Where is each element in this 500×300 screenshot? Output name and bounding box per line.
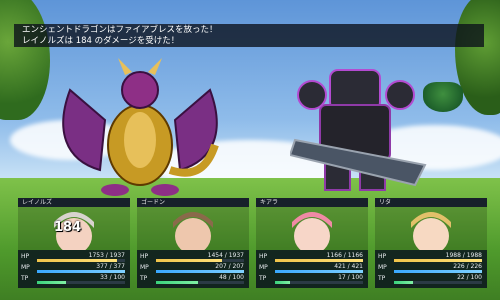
tp-row: TP 48 / 100 — [140, 274, 246, 285]
mp-value: 377 / 377 — [96, 263, 125, 270]
mp-row: MP 226 / 226 — [378, 263, 484, 274]
mp-row: MP 377 / 377 — [21, 263, 127, 274]
tp-bar — [394, 281, 482, 284]
hp-value: 1753 / 1937 — [88, 252, 125, 259]
tp-label: TP — [140, 275, 148, 282]
hp-row: HP 1988 / 1988 — [378, 252, 484, 263]
mp-bar — [394, 270, 482, 273]
tp-label: TP — [378, 275, 386, 282]
tp-bar — [275, 281, 363, 284]
hp-fill — [156, 259, 223, 262]
character-portrait — [262, 206, 362, 250]
mp-row: MP 421 / 421 — [259, 263, 365, 274]
hp-row: HP 1166 / 1166 — [259, 252, 365, 263]
mp-bar — [156, 270, 244, 273]
mp-fill — [37, 270, 125, 273]
battle-message-box: エンシェントドラゴンはファイアブレスを放った！ レイノルズは 184 のダメージ… — [14, 24, 484, 47]
hp-fill — [394, 259, 482, 262]
party-member-card[interactable]: ゴードン HP 1454 / 1937 MP 207 / 207 TP 48 /… — [137, 198, 249, 288]
mp-value: 207 / 207 — [215, 263, 244, 270]
hp-row: HP 1753 / 1937 — [21, 252, 127, 263]
hp-value: 1166 / 1166 — [326, 252, 363, 259]
battle-message-line1: エンシェントドラゴンはファイアブレスを放った！ — [22, 25, 218, 35]
mp-row: MP 207 / 207 — [140, 263, 246, 274]
stats-panel: HP 1988 / 1988 MP 226 / 226 TP 22 / 100 — [375, 250, 487, 288]
tp-bar — [156, 281, 244, 284]
tp-fill — [275, 281, 290, 284]
hp-label: HP — [21, 253, 30, 260]
party-member-card[interactable]: キアラ HP 1166 / 1166 MP 421 / 421 TP 17 / … — [256, 198, 368, 288]
mp-label: MP — [259, 264, 268, 271]
mp-bar — [37, 270, 125, 273]
damage-number: 184 — [54, 220, 82, 235]
stats-panel: HP 1454 / 1937 MP 207 / 207 TP 48 / 100 — [137, 250, 249, 288]
hp-label: HP — [259, 253, 268, 260]
stats-panel: HP 1753 / 1937 MP 377 / 377 TP 33 / 100 — [18, 250, 130, 288]
tp-fill — [156, 281, 199, 284]
hp-label: HP — [140, 253, 149, 260]
tp-fill — [394, 281, 414, 284]
tp-row: TP 17 / 100 — [259, 274, 365, 285]
mp-label: MP — [140, 264, 149, 271]
tp-label: TP — [21, 275, 29, 282]
hp-label: HP — [378, 253, 387, 260]
tp-fill — [37, 281, 67, 284]
battle-scene: エンシェントドラゴンはファイアブレスを放った！ レイノルズは 184 のダメージ… — [0, 0, 500, 300]
tp-value: 48 / 100 — [219, 274, 244, 281]
mp-fill — [156, 270, 244, 273]
tp-row: TP 33 / 100 — [21, 274, 127, 285]
mp-value: 421 / 421 — [334, 263, 363, 270]
battle-message-line2: レイノルズは 184 のダメージを受けた！ — [22, 36, 180, 46]
tp-bar — [37, 281, 125, 284]
hp-value: 1988 / 1988 — [445, 252, 482, 259]
tp-value: 17 / 100 — [338, 274, 363, 281]
hp-bar — [275, 259, 363, 262]
character-portrait — [381, 206, 481, 250]
party-member-card[interactable]: レイノルズ 184 HP 1753 / 1937 MP 377 / 377 TP… — [18, 198, 130, 288]
mp-bar — [275, 270, 363, 273]
party-member-card[interactable]: リタ HP 1988 / 1988 MP 226 / 226 TP 22 / 1… — [375, 198, 487, 288]
tp-row: TP 22 / 100 — [378, 274, 484, 285]
hp-bar — [394, 259, 482, 262]
mp-fill — [394, 270, 482, 273]
party-status: レイノルズ 184 HP 1753 / 1937 MP 377 / 377 TP… — [18, 198, 490, 294]
tp-value: 22 / 100 — [457, 274, 482, 281]
hp-value: 1454 / 1937 — [207, 252, 244, 259]
dark-robot-enemy[interactable] — [290, 60, 430, 200]
hp-fill — [275, 259, 363, 262]
character-portrait — [143, 206, 243, 250]
mp-label: MP — [378, 264, 387, 271]
hp-bar — [156, 259, 244, 262]
tp-value: 33 / 100 — [100, 274, 125, 281]
character-portrait: 184 — [24, 206, 124, 250]
tp-label: TP — [259, 275, 267, 282]
hp-bar — [37, 259, 125, 262]
mp-value: 226 / 226 — [453, 263, 482, 270]
mp-fill — [275, 270, 363, 273]
stats-panel: HP 1166 / 1166 MP 421 / 421 TP 17 / 100 — [256, 250, 368, 288]
hp-fill — [37, 259, 117, 262]
hp-row: HP 1454 / 1937 — [140, 252, 246, 263]
ancient-dragon-enemy[interactable] — [60, 50, 220, 200]
mp-label: MP — [21, 264, 30, 271]
